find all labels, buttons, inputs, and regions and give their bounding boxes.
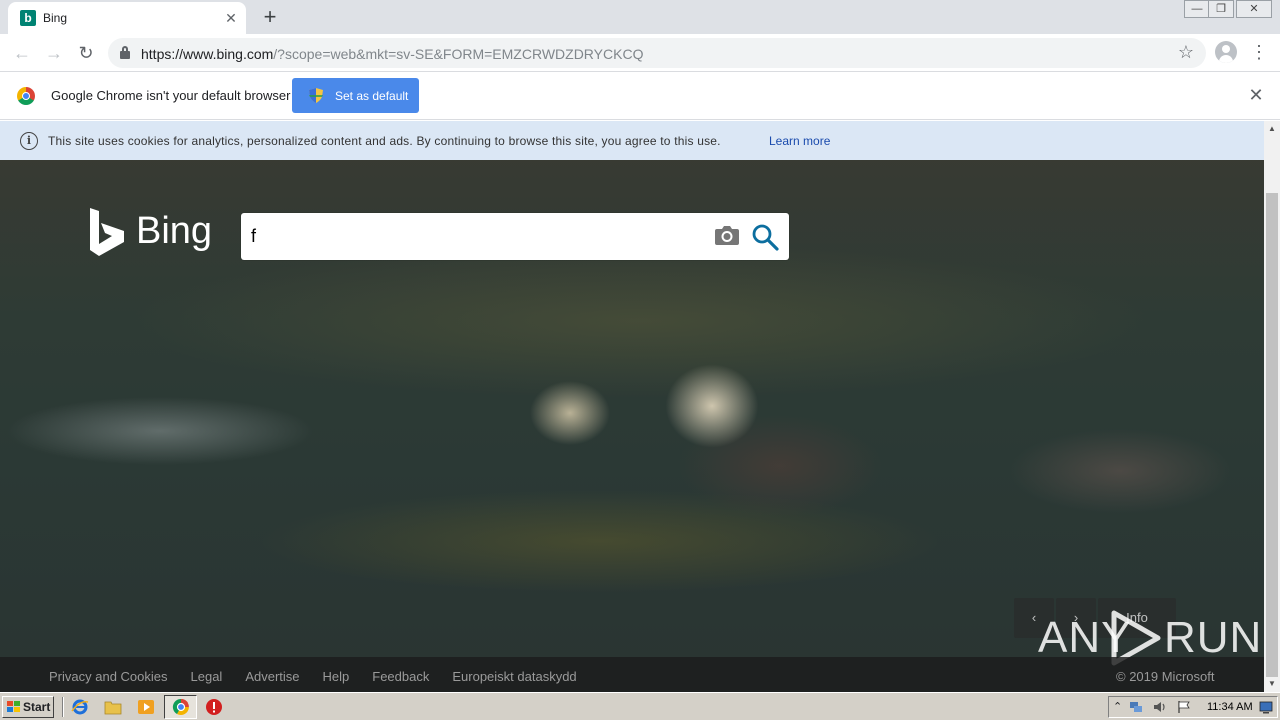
taskbar-separator [62,697,64,717]
tab-close-icon[interactable]: ✕ [222,9,240,27]
bing-wordmark: Bing [136,210,213,252]
url-host: https://www.bing.com [141,46,274,62]
watermark-right: RUN [1164,613,1263,662]
cookie-text: This site uses cookies for analytics, pe… [48,134,721,148]
default-browser-infobar: Google Chrome isn't your default browser… [0,72,1280,120]
info-icon: i [20,132,38,150]
bing-favicon-icon: b [20,10,36,26]
show-desktop-icon[interactable] [1259,700,1273,714]
window-close-button[interactable]: ✕ [1236,0,1272,18]
infobar-message: Google Chrome isn't your default browser [51,88,291,103]
footer-link-help[interactable]: Help [323,669,350,684]
start-button[interactable]: Start [2,696,54,718]
learn-more-link[interactable]: Learn more [769,134,830,148]
cookie-notice: i This site uses cookies for analytics, … [0,121,1264,160]
page-scrollbar[interactable]: ▲ ▼ [1264,121,1280,692]
new-tab-button[interactable]: + [256,4,284,30]
close-icon[interactable]: ✕ [1246,85,1266,105]
footer-link-advertise[interactable]: Advertise [245,669,299,684]
footer-link-data-protection[interactable]: Europeiskt dataskydd [452,669,576,684]
minimize-button[interactable]: — [1184,0,1210,18]
footer-link-privacy[interactable]: Privacy and Cookies [49,669,168,684]
bing-logo[interactable]: Bing [88,206,218,258]
url-path: /?scope=web&mkt=sv-SE&FORM=EMZCRWDZDRYCK… [273,46,644,62]
flag-icon[interactable] [1177,700,1191,714]
stop-icon[interactable] [205,698,223,716]
address-bar[interactable]: https://www.bing.com/?scope=web&mkt=sv-S… [108,38,1206,68]
ie-icon[interactable] [71,698,89,716]
browser-toolbar: ← → ↻ https://www.bing.com/?scope=web&mk… [0,34,1280,72]
scroll-thumb[interactable] [1266,193,1278,677]
tab-strip: b Bing ✕ + — ❐ ✕ [0,0,1280,34]
reload-icon[interactable]: ↻ [73,40,99,66]
clock[interactable]: 11:34 AM [1207,701,1253,713]
media-player-icon[interactable] [137,698,155,716]
chrome-icon [172,698,189,716]
windows-flag-icon [7,701,20,712]
page-viewport: i This site uses cookies for analytics, … [0,121,1264,692]
network-icon[interactable] [1129,700,1143,714]
copyright: © 2019 Microsoft [1116,669,1215,684]
chrome-icon [17,87,35,105]
set-as-default-label: Set as default [335,89,409,103]
footer-link-feedback[interactable]: Feedback [372,669,429,684]
system-tray: ⌃ 11:34 AM [1108,696,1278,718]
star-icon[interactable]: ☆ [1178,42,1194,63]
start-label: Start [23,700,51,714]
scroll-down-icon[interactable]: ▼ [1264,676,1280,692]
taskbar-chrome-button[interactable] [164,695,197,719]
url-text[interactable]: https://www.bing.com/?scope=web&mkt=sv-S… [141,46,643,62]
camera-icon[interactable] [714,224,740,246]
maximize-button[interactable]: ❐ [1208,0,1234,18]
search-box[interactable] [241,213,789,260]
lock-icon[interactable] [120,46,130,59]
search-input[interactable] [251,223,691,250]
folder-icon[interactable] [104,698,122,716]
bing-logo-icon [90,208,124,256]
forward-icon[interactable]: → [41,40,67,66]
tray-expand-icon[interactable]: ⌃ [1113,700,1127,714]
tab-title: Bing [43,11,68,25]
back-icon[interactable]: ← [9,40,35,66]
windows-taskbar: Start ⌃ 11:34 AM [0,692,1280,720]
page-footer: Privacy and Cookies Legal Advertise Help… [0,657,1264,692]
tab-bing[interactable]: b Bing ✕ [8,2,246,34]
footer-links: Privacy and Cookies Legal Advertise Help… [49,669,577,684]
scroll-up-icon[interactable]: ▲ [1264,121,1280,137]
search-icon[interactable] [751,223,779,251]
shield-icon [309,88,323,103]
footer-link-legal[interactable]: Legal [191,669,223,684]
set-as-default-button[interactable]: Set as default [292,78,419,113]
volume-icon[interactable] [1153,700,1167,714]
profile-icon[interactable] [1215,41,1237,63]
menu-icon[interactable]: ⋮ [1250,42,1268,62]
